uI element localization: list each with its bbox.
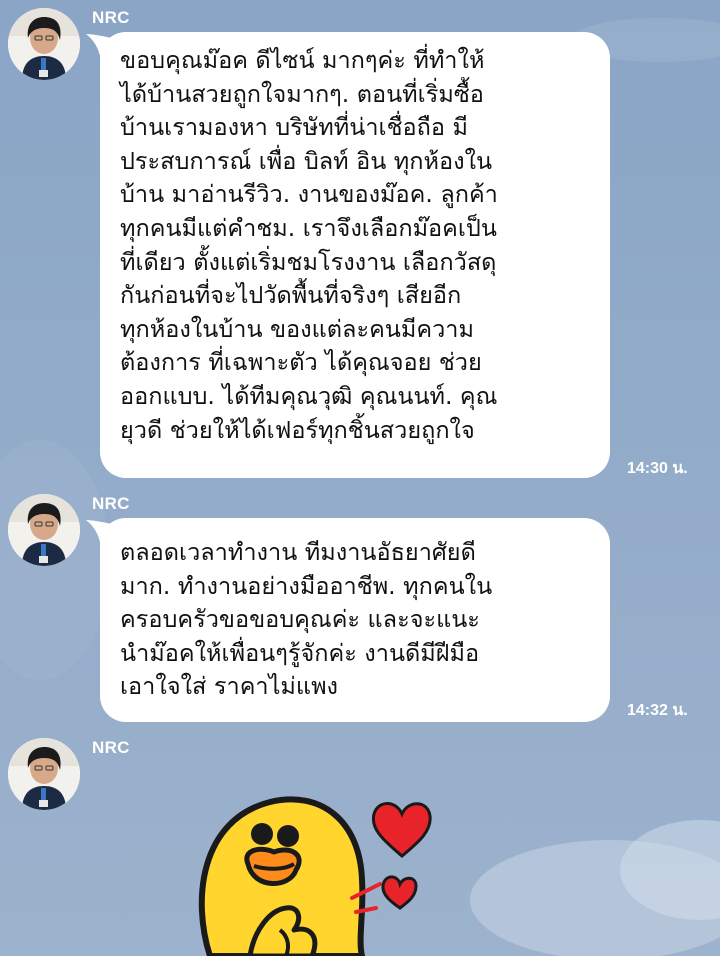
user-photo-icon <box>8 494 80 566</box>
heart-icon <box>371 802 432 858</box>
bubble-tail <box>86 34 112 56</box>
message-bubble[interactable]: ตลอดเวลาทำงาน ทีมงานอัธยาศัยดี มาก. ทำงา… <box>86 518 610 722</box>
message-time: 14:32 น. <box>627 702 688 719</box>
user-photo-icon <box>8 738 80 810</box>
duck-with-hearts-sticker[interactable] <box>190 780 450 956</box>
message-text: ตลอดเวลาทำงาน ทีมงานอัธยาศัยดี มาก. ทำงา… <box>120 538 493 701</box>
avatar[interactable] <box>8 8 80 80</box>
avatar[interactable] <box>8 494 80 566</box>
sender-name: NRC <box>92 8 130 27</box>
sender-name: NRC <box>92 738 130 757</box>
avatar[interactable] <box>8 738 80 810</box>
sender-name: NRC <box>92 494 130 513</box>
message-time: 14:30 น. <box>627 460 688 477</box>
user-photo-icon <box>8 8 80 80</box>
bubble-tail <box>86 520 112 542</box>
message-text: ขอบคุณม๊อค ดีไซน์ มากๆค่ะ ที่ทำให้ ได้บ้… <box>120 46 498 444</box>
duck-eye <box>277 825 299 847</box>
duck-eye <box>251 823 273 845</box>
message-bubble[interactable]: ขอบคุณม๊อค ดีไซน์ มากๆค่ะ ที่ทำให้ ได้บ้… <box>86 32 610 478</box>
heart-icon <box>381 875 418 910</box>
